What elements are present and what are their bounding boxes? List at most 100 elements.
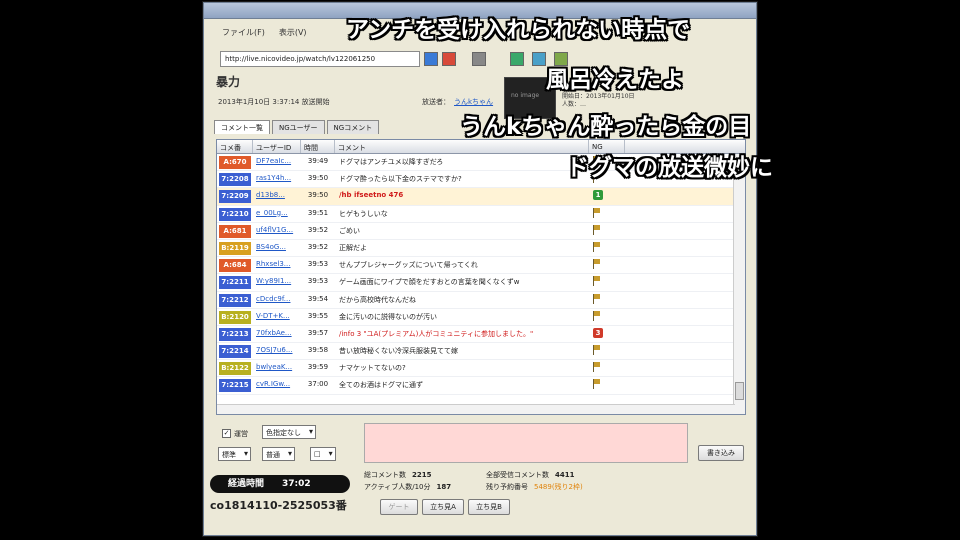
menu-file[interactable]: ファイル(F) bbox=[222, 27, 265, 38]
user-id-link[interactable]: W:y89I1... bbox=[253, 274, 301, 290]
table-row[interactable]: 7:2211 W:y89I1... 39:53 ゲーム画面にワイプで顔をだすおとの言葉… bbox=[217, 274, 745, 292]
comment-time: 39:55 bbox=[307, 311, 329, 320]
table-row[interactable]: A:684 Rhxsel3... 39:53 せんプブレジャーグッズについて帰ってくれ bbox=[217, 257, 745, 275]
ng-red-icon[interactable]: 3 bbox=[593, 327, 603, 338]
user-id-link[interactable]: 70fxbAe... bbox=[253, 326, 301, 342]
comment-input[interactable] bbox=[364, 423, 688, 463]
comment-text: /hb ifseetno 476 bbox=[339, 191, 404, 200]
comment-number-badge: 7:2215 bbox=[219, 379, 251, 393]
header-time[interactable]: 時間 bbox=[301, 140, 335, 153]
flag-icon[interactable] bbox=[593, 276, 600, 287]
horizontal-scrollbar[interactable] bbox=[217, 404, 735, 414]
table-body: A:670 DF7eaIc... 39:49 ドグマはアンチユメ以降すぎだろ 7:220… bbox=[217, 154, 745, 395]
gate-button[interactable]: ゲート bbox=[380, 499, 418, 515]
comment-text: ヒゲもうしいな bbox=[339, 209, 388, 218]
comment-time: 39:58 bbox=[307, 346, 329, 355]
user-id-link[interactable]: cvR.IGw... bbox=[253, 377, 301, 393]
comment-time: 39:53 bbox=[307, 277, 329, 286]
user-id-link[interactable]: Rhxsel3... bbox=[253, 257, 301, 273]
header-user[interactable]: ユーザーID bbox=[253, 140, 301, 153]
table-row[interactable]: B:2122 bwlyeaK... 39:59 ナマケットてないの? bbox=[217, 360, 745, 378]
flag-icon[interactable] bbox=[593, 259, 600, 270]
user-id-link[interactable]: bwlyeaK... bbox=[253, 360, 301, 376]
anonymous-select[interactable]: □ bbox=[310, 447, 336, 461]
header-no[interactable]: コメ番 bbox=[217, 140, 253, 153]
total-comments-value: 2215 bbox=[412, 471, 432, 479]
ng-cell bbox=[589, 206, 625, 222]
table-row[interactable]: 7:2215 cvR.IGw... 37:00 全てのお酒はドグマに通ず bbox=[217, 377, 745, 395]
tab-ng-users[interactable]: NGユーザー bbox=[272, 120, 325, 134]
comment-time: 39:51 bbox=[307, 208, 329, 217]
table-row[interactable]: 7:2213 70fxbAe... 39:57/info 3 "ユA(プレミアム)人… bbox=[217, 326, 745, 344]
flag-icon[interactable] bbox=[593, 224, 600, 235]
scrollbar-thumb[interactable] bbox=[735, 382, 744, 400]
comment-number-cell: 7:2215 bbox=[217, 377, 253, 393]
save-icon[interactable] bbox=[532, 52, 546, 66]
comment-time: 39:53 bbox=[307, 260, 329, 269]
flag-icon[interactable] bbox=[593, 379, 600, 390]
comment-number-cell: A:681 bbox=[217, 223, 253, 239]
comment-number-cell: 7:2214 bbox=[217, 343, 253, 359]
comment-number-cell: 7:2210 bbox=[217, 206, 253, 222]
flag-icon[interactable] bbox=[593, 207, 600, 218]
flag-icon[interactable] bbox=[593, 362, 600, 373]
comment-number-cell: 7:2212 bbox=[217, 292, 253, 308]
comment-time: 39:59 bbox=[307, 363, 329, 372]
table-row[interactable]: 7:2210 e_00Lg... 39:51 ヒゲもうしいな bbox=[217, 206, 745, 223]
tab-ng-comments[interactable]: NGコメント bbox=[326, 120, 380, 134]
table-row[interactable]: B:2120 V-DT+K... 39:55 金に汚いのに説得ないのが汚い bbox=[217, 309, 745, 326]
header-comment[interactable]: コメント bbox=[335, 140, 589, 153]
refresh-icon[interactable] bbox=[510, 52, 524, 66]
comment-number-cell: 7:2209 bbox=[217, 188, 253, 204]
vertical-scrollbar[interactable] bbox=[733, 154, 745, 414]
comment-number-badge: B:2120 bbox=[219, 310, 251, 324]
user-id-link[interactable]: uf4flV1G... bbox=[253, 223, 301, 239]
comment-text: ごめい bbox=[339, 226, 360, 235]
table-row[interactable]: B:2119 BS4oG... 39:52 正解だよ bbox=[217, 240, 745, 258]
user-id-link[interactable]: d13b8... bbox=[253, 188, 301, 204]
user-id-link[interactable]: ras1Y4h... bbox=[253, 171, 301, 187]
tab-comments[interactable]: コメント一覧 bbox=[214, 120, 270, 134]
ng-cell: 3 bbox=[589, 326, 625, 342]
caster-info: 放送者： うんkちゃん bbox=[422, 97, 493, 107]
user-id-link[interactable]: BS4oG... bbox=[253, 240, 301, 256]
standing-a-button[interactable]: 立ち見A bbox=[422, 499, 464, 515]
overlay-comment-4: ドグマの放送微妙に bbox=[566, 155, 773, 181]
comment-text: せんプブレジャーグッズについて帰ってくれ bbox=[339, 261, 478, 270]
table-row[interactable]: 7:2212 cDcdc9f... 39:54 だから高校時代なんだね bbox=[217, 292, 745, 309]
menu-view[interactable]: 表示(V) bbox=[279, 27, 307, 38]
table-row[interactable]: 7:2209 d13b8... 39:50/hb ifseetno 476 1 bbox=[217, 188, 745, 206]
url-field[interactable]: http://live.nicovideo.jp/watch/lv1220612… bbox=[220, 51, 420, 67]
ng-cell bbox=[589, 257, 625, 273]
submit-button[interactable]: 書き込み bbox=[698, 445, 744, 461]
disconnect-icon[interactable] bbox=[442, 52, 456, 66]
flag-icon[interactable] bbox=[593, 241, 600, 252]
table-row[interactable]: A:681 uf4flV1G... 39:52 ごめい bbox=[217, 223, 745, 240]
user-id-link[interactable]: cDcdc9f... bbox=[253, 292, 301, 308]
color-select[interactable]: 色指定なし bbox=[262, 425, 316, 439]
caster-link[interactable]: うんkちゃん bbox=[454, 98, 493, 106]
unei-checkbox[interactable]: ✓ bbox=[222, 429, 231, 438]
user-id-link[interactable]: 7OSJ7u6... bbox=[253, 343, 301, 359]
user-id-link[interactable]: e_00Lg... bbox=[253, 206, 301, 222]
size-select[interactable]: 標準 bbox=[218, 447, 251, 461]
ng-green-icon[interactable]: 1 bbox=[593, 190, 603, 201]
comment-text: 昔い放時秘くない冷深兵服装見てて嫁 bbox=[339, 347, 458, 356]
user-id-link[interactable]: V-DT+K... bbox=[253, 309, 301, 325]
table-row[interactable]: 7:2214 7OSJ7u6... 39:58 昔い放時秘くない冷深兵服装見てて嫁 bbox=[217, 343, 745, 361]
flag-icon[interactable] bbox=[593, 345, 600, 356]
connect-icon[interactable] bbox=[424, 52, 438, 66]
comment-text: ドグマはアンチユメ以降すぎだろ bbox=[339, 158, 444, 166]
flag-icon[interactable] bbox=[593, 293, 600, 304]
position-select[interactable]: 普通 bbox=[262, 447, 295, 461]
flag-icon[interactable] bbox=[593, 310, 600, 321]
comment-time: 39:50 bbox=[307, 191, 329, 200]
thumbnail-text: no image bbox=[511, 92, 540, 99]
comment-number-badge: A:670 bbox=[219, 156, 251, 169]
comment-number-badge: A:684 bbox=[219, 259, 251, 273]
comment-text: だから高校時代なんだね bbox=[339, 295, 416, 304]
user-id-link[interactable]: DF7eaIc... bbox=[253, 154, 301, 170]
menu-bar: ファイル(F) 表示(V) bbox=[222, 27, 307, 38]
settings-icon[interactable] bbox=[472, 52, 486, 66]
standing-b-button[interactable]: 立ち見B bbox=[468, 499, 510, 515]
